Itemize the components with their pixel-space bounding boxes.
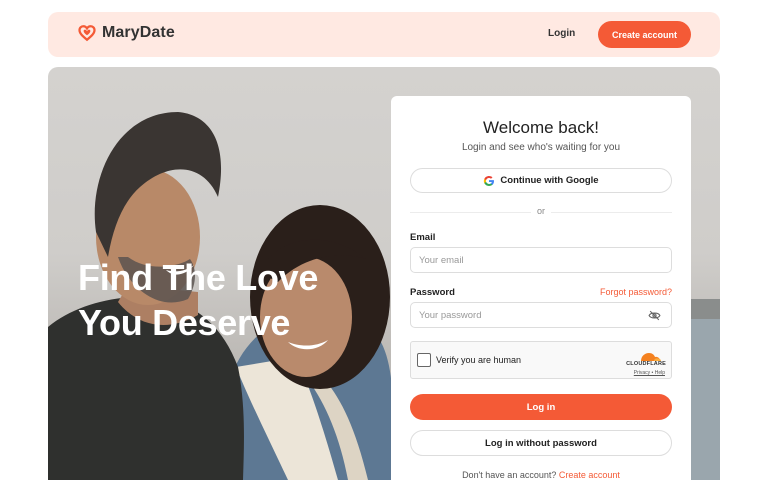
divider-text: or: [531, 206, 551, 216]
hero-title: Find The Love You Deserve: [78, 257, 319, 343]
create-account-link[interactable]: Create account: [559, 470, 620, 480]
cloudflare-icon: [641, 353, 661, 361]
password-placeholder: Your password: [419, 309, 482, 321]
login-without-password-button[interactable]: Log in without password: [410, 430, 672, 456]
heart-logo-icon: [78, 25, 96, 42]
continue-with-google-button[interactable]: Continue with Google: [410, 168, 672, 193]
top-header: MaryDate Login Create account: [48, 12, 720, 57]
cloudflare-links[interactable]: Privacy • Help: [634, 370, 665, 376]
card-subtitle: Login and see who's waiting for you: [461, 142, 621, 153]
nav-login-link[interactable]: Login: [548, 28, 575, 39]
signup-prompt: Don't have an account? Create account: [391, 470, 691, 480]
password-label: Password: [410, 287, 455, 298]
nav-create-account-button[interactable]: Create account: [598, 21, 691, 48]
login-button[interactable]: Log in: [410, 394, 672, 420]
card-title: Welcome back!: [483, 118, 599, 137]
google-button-label: Continue with Google: [500, 175, 599, 186]
captcha-widget: Verify you are human CLOUDFLARE Privacy …: [410, 341, 672, 379]
email-label: Email: [410, 232, 436, 243]
cloudflare-text: CLOUDFLARE: [626, 361, 666, 367]
signup-prompt-text: Don't have an account?: [462, 470, 557, 480]
google-icon: [484, 175, 495, 186]
email-field[interactable]: Your email: [410, 247, 672, 273]
forgot-password-link[interactable]: Forgot password?: [600, 287, 672, 297]
captcha-label: Verify you are human: [436, 355, 522, 365]
eye-off-icon[interactable]: [648, 309, 661, 322]
or-divider: or: [410, 206, 672, 218]
login-page: MaryDate Login Create account Find The L…: [0, 0, 768, 480]
password-field[interactable]: Your password: [410, 302, 672, 328]
verify-human-checkbox[interactable]: [417, 353, 431, 367]
brand-name: MaryDate: [102, 24, 175, 41]
brand[interactable]: MaryDate: [78, 24, 175, 42]
login-card: Welcome back! Login and see who's waitin…: [391, 96, 691, 480]
